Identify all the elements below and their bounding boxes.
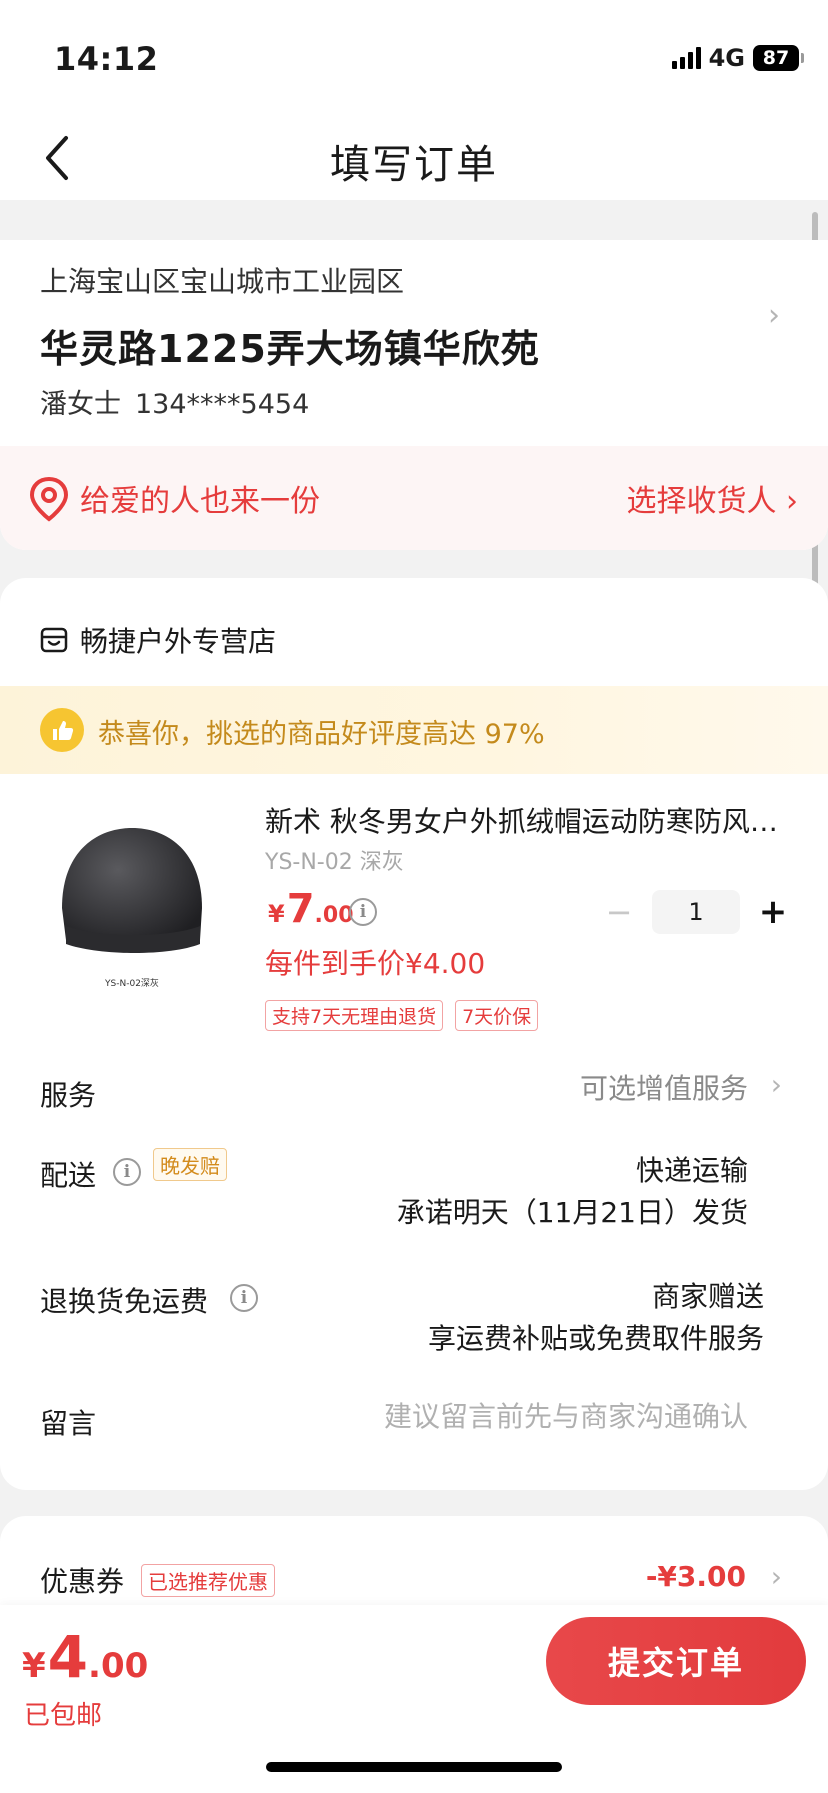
- status-indicators: 4G 87: [671, 44, 804, 72]
- message-input[interactable]: 建议留言前先与商家沟通确认: [384, 1396, 748, 1438]
- return-label: 退换货免运费: [40, 1285, 209, 1318]
- product-tags: 支持7天无理由退货 7天价保: [265, 1000, 539, 1031]
- tag-price-protect: 7天价保: [455, 1000, 539, 1031]
- price-info-icon[interactable]: i: [349, 898, 377, 926]
- delivery-line-1: 快递运输: [635, 1154, 748, 1187]
- product-image-caption: YS-N-02深灰: [104, 977, 159, 989]
- thumbs-up-icon: [40, 708, 84, 752]
- praise-banner: 恭喜你，挑选的商品好评度高达 97%: [0, 686, 828, 774]
- total-decimal: .00: [88, 1646, 149, 1686]
- recipient-name: 潘女士: [40, 389, 121, 420]
- return-line-1: 商家赠送: [651, 1280, 764, 1313]
- chevron-right-icon: ›: [770, 1068, 782, 1101]
- header-area: 14:12 4G 87 填写订单: [0, 0, 828, 200]
- service-value[interactable]: 可选增值服务: [580, 1068, 748, 1110]
- return-line-2: 享运费补贴或免费取件服务: [427, 1322, 764, 1355]
- signal-icon: [671, 47, 701, 69]
- increase-button[interactable]: +: [758, 892, 788, 932]
- service-label: 服务: [40, 1079, 97, 1112]
- product-title[interactable]: 新术 秋冬男女户外抓绒帽运动防寒防风保暖帽: [265, 800, 785, 840]
- price-symbol: ¥: [268, 900, 285, 928]
- gift-bar[interactable]: 给爱的人也来一份 选择收货人 ›: [0, 446, 828, 550]
- coupon-value: -¥3.00: [645, 1560, 746, 1593]
- delivery-label: 配送: [40, 1159, 97, 1192]
- chevron-right-icon: ›: [770, 1560, 782, 1593]
- tag-return: 支持7天无理由退货: [265, 1000, 444, 1031]
- price-decimal: .00: [314, 903, 354, 928]
- delivery-method: 快递运输 承诺明天（11月21日）发货: [397, 1150, 748, 1234]
- order-page: 14:12 4G 87 填写订单 上海宝山区宝山城市工业园区 华灵路1225弄大…: [0, 0, 828, 1793]
- location-pin-icon: [29, 476, 69, 522]
- submit-order-button[interactable]: 提交订单: [546, 1617, 806, 1705]
- battery-icon: 87: [753, 45, 804, 71]
- product-image[interactable]: YS-N-02深灰: [40, 798, 220, 998]
- coupon-badge: 已选推荐优惠: [141, 1564, 275, 1597]
- unit-price: 每件到手价¥4.00: [265, 947, 486, 980]
- recipient-phone: 134****5454: [135, 389, 310, 420]
- product-sku: YS-N-02 深灰: [265, 850, 404, 875]
- shop-header[interactable]: 畅捷户外专营店: [40, 620, 276, 660]
- select-recipient-link[interactable]: 选择收货人 ›: [626, 476, 798, 520]
- address-detail: 华灵路1225弄大场镇华欣苑: [40, 327, 540, 371]
- total-symbol: ¥: [22, 1646, 46, 1686]
- chevron-right-icon: ›: [768, 298, 780, 333]
- store-icon: [40, 627, 68, 653]
- delivery-line-2: 承诺明天（11月21日）发货: [396, 1196, 748, 1229]
- message-label: 留言: [40, 1407, 97, 1440]
- quantity-stepper: − 1 +: [604, 890, 788, 934]
- price-integer: 7: [286, 886, 315, 932]
- address-contact: 潘女士 134****5454: [40, 382, 309, 421]
- praise-text: 恭喜你，挑选的商品好评度高达 97%: [98, 719, 545, 750]
- delivery-info-icon[interactable]: i: [113, 1158, 141, 1186]
- status-time: 14:12: [54, 40, 159, 78]
- page-title: 填写订单: [330, 142, 498, 188]
- decrease-button[interactable]: −: [604, 893, 634, 931]
- home-indicator[interactable]: [266, 1762, 562, 1772]
- gift-text: 给爱的人也来一份: [80, 484, 320, 519]
- shop-name: 畅捷户外专营店: [80, 625, 277, 658]
- return-info-icon[interactable]: i: [230, 1284, 258, 1312]
- product-price: ¥ 7 .00: [268, 886, 354, 932]
- total-price: ¥ 4 .00: [22, 1623, 148, 1691]
- address-region: 上海宝山区宝山城市工业园区: [40, 265, 405, 298]
- coupon-label: 优惠券: [40, 1565, 125, 1598]
- total-integer: 4: [47, 1623, 89, 1691]
- shipping-status: 已包邮: [24, 1701, 103, 1731]
- return-detail: 商家赠送 享运费补贴或免费取件服务: [428, 1276, 764, 1360]
- network-type: 4G: [708, 44, 745, 72]
- late-delivery-badge: 晚发赔: [153, 1148, 227, 1181]
- battery-level: 87: [753, 45, 799, 71]
- address-card[interactable]: 上海宝山区宝山城市工业园区 华灵路1225弄大场镇华欣苑 潘女士 134****5…: [0, 240, 828, 550]
- quantity-value[interactable]: 1: [652, 890, 740, 934]
